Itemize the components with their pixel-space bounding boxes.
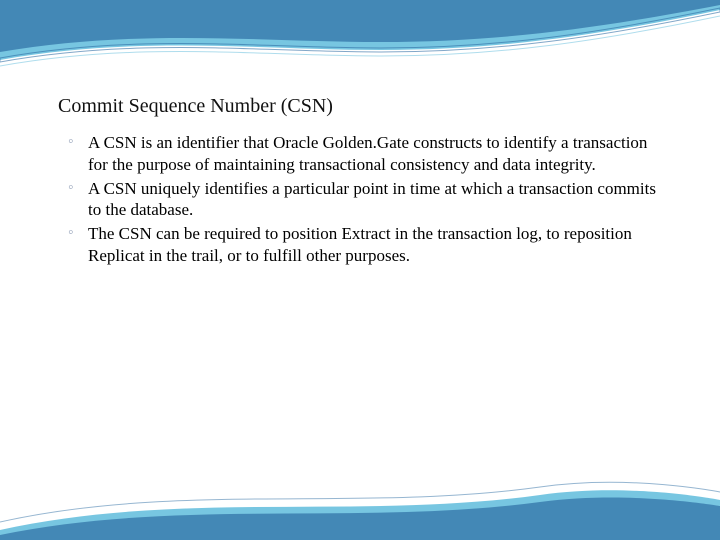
slide-title: Commit Sequence Number (CSN) (58, 95, 665, 118)
bottom-wave-decoration (0, 460, 720, 540)
slide-content: Commit Sequence Number (CSN) A CSN is an… (0, 0, 720, 267)
list-item: A CSN uniquely identifies a particular p… (58, 178, 665, 222)
bullet-list: A CSN is an identifier that Oracle Golde… (58, 132, 665, 267)
list-item: The CSN can be required to position Extr… (58, 223, 665, 267)
list-item: A CSN is an identifier that Oracle Golde… (58, 132, 665, 176)
